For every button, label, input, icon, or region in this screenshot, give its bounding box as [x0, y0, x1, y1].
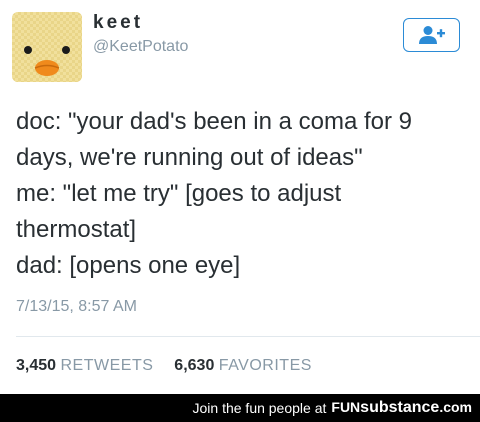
logo-fun: FUN	[331, 399, 361, 415]
add-user-icon	[418, 26, 445, 44]
tweet-line: doc: "your dad's been in a coma for 9	[16, 108, 412, 135]
retweets-count: 3,450	[16, 357, 57, 374]
user-handle[interactable]: @KeetPotato	[93, 38, 188, 56]
watermark-footer: Join the fun people at FUNsubstance.com	[0, 394, 480, 422]
tweet-stats: 3,450 RETWEETS 6,630 FAVORITES	[16, 357, 312, 375]
tweet-text: doc: "your dad's been in a coma for 9 da…	[16, 104, 466, 284]
follow-button[interactable]	[403, 18, 460, 52]
tweet-line: me: "let me try" [goes to adjust	[16, 180, 342, 207]
display-name[interactable]: keet	[93, 12, 143, 34]
tweet-card: keet @KeetPotato doc: "your dad's been i…	[0, 0, 480, 394]
tweet-line: days, we're running out of ideas"	[16, 144, 363, 171]
duck-face-icon	[12, 12, 82, 82]
retweets-stat[interactable]: 3,450 RETWEETS	[16, 357, 158, 374]
logo-substance: substance	[360, 399, 440, 416]
favorites-count: 6,630	[174, 357, 215, 374]
footer-text: Join the fun people at	[192, 400, 327, 416]
favorites-stat[interactable]: 6,630 FAVORITES	[174, 357, 312, 374]
logo-com: .com	[439, 399, 472, 415]
tweet-line: thermostat]	[16, 216, 137, 243]
retweets-label: RETWEETS	[60, 357, 154, 374]
timestamp[interactable]: 7/13/15, 8:57 AM	[16, 298, 137, 316]
favorites-label: FAVORITES	[218, 357, 312, 374]
site-logo: FUNsubstance.com	[331, 399, 472, 417]
avatar[interactable]	[12, 12, 82, 82]
divider	[16, 336, 480, 337]
tweet-line: dad: [opens one eye]	[16, 252, 241, 279]
